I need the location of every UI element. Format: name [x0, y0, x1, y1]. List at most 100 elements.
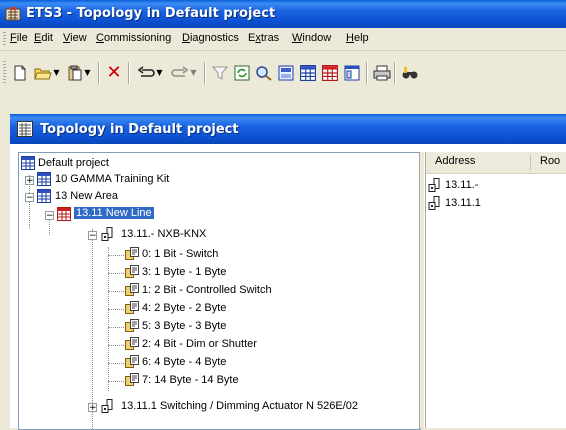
object-icon	[125, 373, 139, 386]
search-icon[interactable]	[254, 63, 274, 83]
undo-icon[interactable]: ▼	[134, 63, 166, 83]
tree-connector	[92, 229, 93, 429]
collapse-toggle[interactable]: −	[45, 211, 54, 221]
binoculars-icon[interactable]	[400, 63, 420, 83]
menu-view[interactable]: View	[63, 32, 87, 44]
object-icon	[125, 301, 139, 314]
refresh-icon[interactable]	[232, 63, 252, 83]
topology-window-title-bar[interactable]: Topology in Default project	[10, 114, 566, 144]
tree-node-label: 13 New Area	[55, 190, 118, 202]
object-icon	[125, 319, 139, 332]
object-icon	[125, 283, 139, 296]
tree-node-label: 7: 14 Byte - 14 Byte	[142, 374, 239, 386]
view-icon[interactable]	[276, 63, 296, 83]
app-title: ETS3 - Topology in Default project	[26, 6, 276, 21]
menu-accelerator: F	[10, 32, 17, 44]
grid-icon[interactable]	[298, 63, 318, 83]
menu-edit[interactable]: Edit	[34, 32, 53, 44]
tree-node-label: 1: 2 Bit - Controlled Switch	[142, 284, 272, 296]
toolbar-separator	[98, 62, 100, 84]
tree-connector	[108, 309, 124, 310]
device-icon	[101, 227, 113, 241]
tree-connector	[108, 247, 109, 391]
tree-node-label: 0: 1 Bit - Switch	[142, 248, 219, 260]
toolbar: ▼ ▼ ✕ ▼ ▼	[0, 51, 566, 94]
tree-connector	[108, 381, 124, 382]
toolbar-separator	[128, 62, 130, 84]
object-icon	[125, 265, 139, 278]
tree-node-label: 2: 4 Bit - Dim or Shutter	[142, 338, 257, 350]
tree-connector	[108, 327, 124, 328]
menu-accelerator: V	[63, 32, 71, 44]
menu-accelerator: C	[96, 32, 104, 44]
device-icon	[428, 196, 440, 210]
tree-node-label: 10 GAMMA Training Kit	[55, 173, 170, 185]
tree-connector	[108, 363, 124, 364]
toolbar-separator	[366, 62, 368, 84]
object-icon	[125, 337, 139, 350]
device-list[interactable]: Address Roo 13.11.- 13.11.1	[425, 152, 566, 428]
print-icon[interactable]	[372, 63, 392, 83]
column-resize-handle[interactable]	[530, 155, 531, 170]
tree-node-label: 13.11.- NXB-KNX	[121, 228, 207, 240]
menu-accelerator: x	[255, 32, 261, 44]
menu-commissioning[interactable]: Commissioning	[96, 32, 171, 44]
menu-bar-grip[interactable]	[3, 32, 6, 46]
tree-node-label: 13.11 New Line	[74, 207, 154, 219]
column-header-address[interactable]: Address	[435, 155, 475, 167]
line-icon	[57, 207, 71, 221]
list-header: Address Roo	[426, 152, 566, 174]
delete-icon[interactable]: ✕	[104, 63, 124, 83]
tree-node-label: 6: 4 Byte - 4 Byte	[142, 356, 227, 368]
menu-accelerator: E	[34, 32, 42, 44]
topology-icon	[17, 121, 33, 137]
paste-icon[interactable]: ▼	[64, 63, 94, 83]
area-icon	[37, 189, 51, 203]
menu-window[interactable]: Window	[292, 32, 331, 44]
menu-accelerator: W	[292, 32, 303, 44]
object-icon	[125, 355, 139, 368]
expand-toggle[interactable]: +	[25, 176, 34, 186]
list-item-address: 13.11.-	[445, 179, 479, 191]
menu-accelerator: D	[182, 32, 190, 44]
project-icon	[21, 156, 35, 170]
app-title-bar[interactable]: ETS3 - Topology in Default project	[0, 0, 566, 28]
menu-file[interactable]: File	[10, 32, 28, 44]
collapse-toggle[interactable]: −	[25, 193, 34, 203]
tree-node-label: 5: 3 Byte - 3 Byte	[142, 320, 227, 332]
device-icon	[428, 178, 440, 192]
topology-window-title: Topology in Default project	[40, 122, 239, 137]
expand-toggle[interactable]: +	[88, 403, 97, 413]
tree-connector	[108, 291, 124, 292]
column-header-room[interactable]: Roo	[540, 155, 560, 167]
device-icon	[101, 399, 113, 413]
tree-connector	[108, 345, 124, 346]
window-icon[interactable]	[342, 63, 362, 83]
menu-accelerator: H	[346, 32, 354, 44]
new-document-icon[interactable]	[10, 63, 30, 83]
area-icon	[37, 172, 51, 186]
menu-diagnostics[interactable]: Diagnostics	[182, 32, 239, 44]
toolbar-separator	[394, 62, 396, 84]
tree-connector	[108, 273, 124, 274]
tree-node-label: Default project	[38, 157, 109, 169]
menu-bar: File Edit View Commissioning Diagnostics…	[0, 28, 566, 51]
filter-icon[interactable]	[210, 63, 230, 83]
table-icon[interactable]	[320, 63, 340, 83]
open-folder-icon[interactable]: ▼	[32, 63, 62, 83]
menu-extras[interactable]: Extras	[248, 32, 279, 44]
redo-icon[interactable]: ▼	[168, 63, 200, 83]
object-icon	[125, 247, 139, 260]
tree-node-label: 13.11.1 Switching / Dimming Actuator N 5…	[121, 400, 359, 412]
toolbar-grip[interactable]	[3, 61, 6, 85]
tree-node-label: 3: 1 Byte - 1 Byte	[142, 266, 227, 278]
topology-tree[interactable]: Default project + 10 GAMMA Training Kit …	[18, 152, 421, 430]
list-item-address: 13.11.1	[445, 197, 481, 209]
menu-help[interactable]: Help	[346, 32, 369, 44]
toolbar-separator	[204, 62, 206, 84]
tree-node-label: 4: 2 Byte - 2 Byte	[142, 302, 227, 314]
topology-window: Topology in Default project Default proj…	[10, 114, 566, 430]
ets-app-icon	[5, 7, 21, 21]
pane-splitter[interactable]	[420, 152, 424, 428]
collapse-toggle[interactable]: −	[88, 231, 97, 241]
